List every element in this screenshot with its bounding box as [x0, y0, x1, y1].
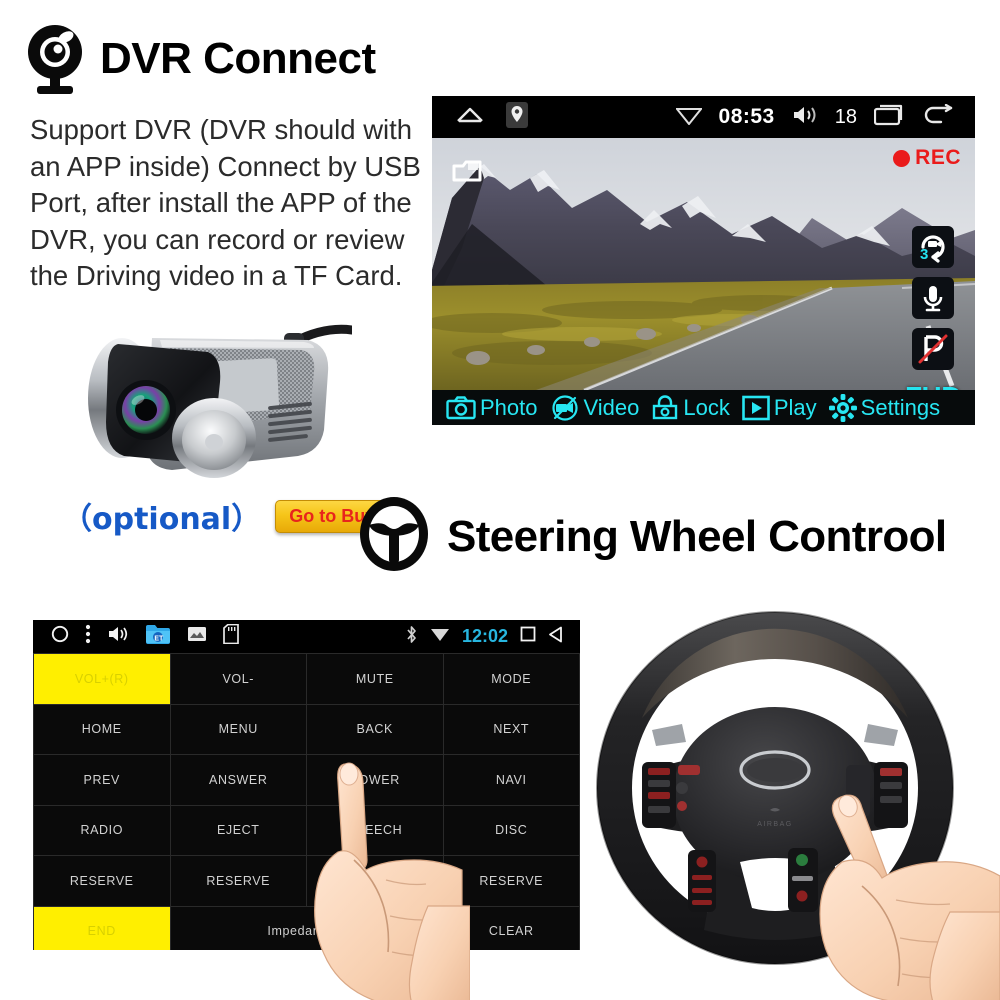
swc-key[interactable]: PREV: [34, 755, 170, 805]
gallery-icon[interactable]: [187, 626, 207, 647]
dvr-description: Support DVR (DVR should with an APP insi…: [30, 114, 421, 292]
toolbar-photo-label: Photo: [480, 394, 538, 420]
rec-indicator: REC: [893, 146, 961, 170]
optional-label: （optional）: [62, 502, 262, 537]
toolbar-lock-button[interactable]: Lock: [645, 395, 735, 421]
swc-key-end[interactable]: END: [34, 906, 170, 950]
swc-key[interactable]: VOL-: [170, 654, 306, 704]
dvr-screen[interactable]: 08:53 18 REC 3 Photo Video Lock Play Set…: [432, 96, 975, 425]
steering-wheel-icon: [355, 495, 433, 578]
swc-key[interactable]: RADIO: [34, 805, 170, 855]
volume-level: 18: [834, 105, 857, 128]
wifi-icon: [674, 105, 703, 130]
toolbar-play-label: Play: [773, 394, 817, 420]
toolbar-settings-label: Settings: [860, 394, 941, 420]
swc-key[interactable]: VOL+(R): [34, 654, 170, 704]
toolbar-photo-button[interactable]: Photo: [440, 395, 544, 421]
statusbar-time: 08:53: [718, 105, 775, 128]
toolbar-video-button[interactable]: Video: [544, 395, 646, 421]
loop-recording-icon[interactable]: 3: [911, 226, 954, 268]
dash-cam-photo: [62, 300, 357, 490]
swc-title: Steering Wheel Controol: [447, 511, 947, 561]
webcam-icon: [24, 24, 86, 94]
swc-key[interactable]: MODE: [443, 654, 579, 704]
dvr-video-preview: REC 3: [432, 138, 975, 390]
svg-text:ET: ET: [154, 635, 164, 642]
back-triangle-icon[interactable]: [548, 626, 564, 648]
overflow-menu-icon[interactable]: [85, 624, 91, 649]
back-arrow-icon[interactable]: [921, 103, 953, 131]
rec-dot-icon: [893, 149, 911, 167]
swc-statusbar-left: ET: [33, 623, 239, 650]
bluetooth-icon: [405, 625, 418, 649]
sd-card-icon: [452, 160, 482, 191]
volume-icon[interactable]: [107, 625, 129, 648]
optional-row: （optional） Go to Buy: [62, 494, 390, 538]
swc-header: Steering Wheel Controol: [355, 495, 947, 578]
volume-icon[interactable]: [792, 105, 818, 130]
toolbar-play-button[interactable]: Play: [736, 395, 823, 421]
toolbar-settings-button[interactable]: Settings: [823, 393, 947, 422]
swc-key[interactable]: MENU: [170, 704, 306, 754]
dvr-toolbar: Photo Video Lock Play Settings: [432, 390, 975, 425]
swc-statusbar-time: 12:02: [461, 626, 508, 646]
recents-icon[interactable]: [873, 104, 904, 131]
swc-statusbar-right: 12:02: [405, 625, 580, 649]
swc-key[interactable]: BACK: [307, 704, 443, 754]
dvr-title: DVR Connect: [100, 34, 376, 83]
swc-key[interactable]: RESERVE: [34, 856, 170, 906]
statusbar-right-group: 08:53 18: [674, 103, 975, 131]
es-file-explorer-icon[interactable]: ET: [145, 623, 171, 650]
svg-text:AIRBAG: AIRBAG: [757, 821, 792, 828]
dvr-side-icons: 3: [905, 226, 962, 390]
square-icon[interactable]: [520, 626, 536, 647]
statusbar-left-group: [432, 101, 528, 133]
sd-card-icon[interactable]: [223, 623, 239, 649]
pointing-hand-right: [800, 790, 1000, 1000]
swc-key[interactable]: NEXT: [443, 704, 579, 754]
svg-text:3: 3: [920, 246, 928, 263]
wifi-icon: [430, 626, 450, 647]
rec-label: REC: [915, 146, 961, 169]
microphone-icon[interactable]: [911, 277, 954, 319]
dvr-header: DVR Connect: [24, 24, 376, 94]
page-root: DVR Connect Support DVR (DVR should with…: [0, 0, 1000, 1000]
toolbar-lock-label: Lock: [683, 394, 730, 420]
swc-statusbar: ET 12:02: [33, 620, 580, 653]
home-icon[interactable]: [456, 106, 484, 129]
resolution-label: FHD: [905, 381, 962, 390]
pointing-hand-left: [250, 760, 471, 1000]
circle-home-icon[interactable]: [51, 625, 69, 648]
parking-off-icon[interactable]: [911, 328, 954, 370]
swc-key[interactable]: MUTE: [307, 654, 443, 704]
dvr-statusbar: 08:53 18: [432, 96, 975, 138]
toolbar-video-label: Video: [583, 394, 640, 420]
location-pin-icon[interactable]: [506, 101, 528, 133]
swc-key[interactable]: HOME: [34, 704, 170, 754]
